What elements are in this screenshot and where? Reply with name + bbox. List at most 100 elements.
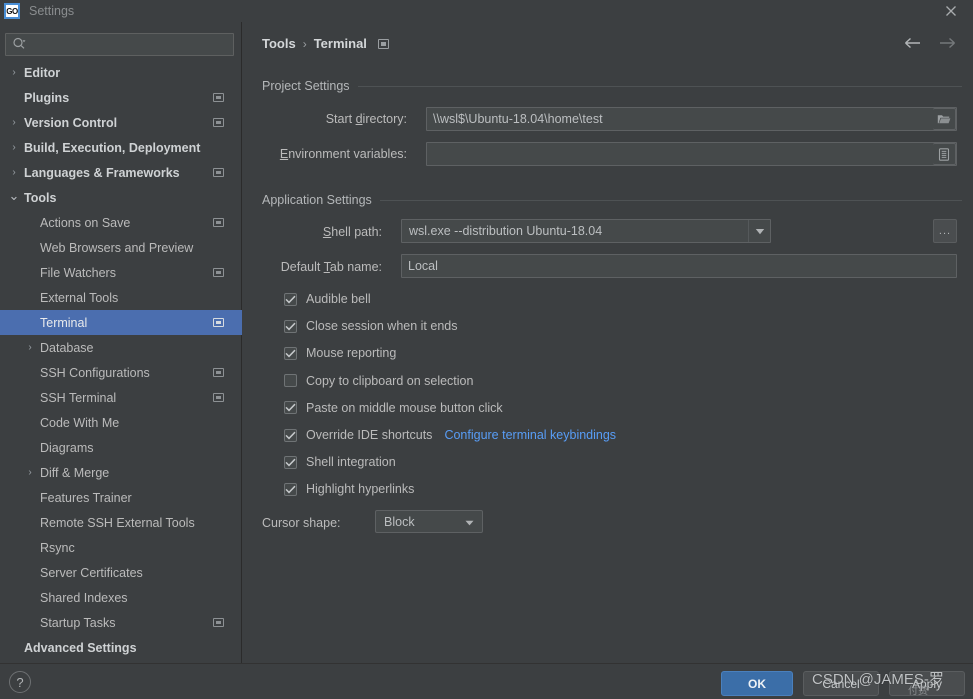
default-tab-name-label: Default Tab name: — [280, 260, 382, 274]
sidebar-item-diagrams[interactable]: Diagrams — [0, 435, 242, 460]
sidebar-item-actions-on-save[interactable]: Actions on Save — [0, 210, 242, 235]
sidebar-item-web-browsers-and-preview[interactable]: Web Browsers and Preview — [0, 235, 242, 260]
sidebar-item-startup-tasks[interactable]: Startup Tasks — [0, 610, 242, 635]
sidebar-item-label: Web Browsers and Preview — [40, 240, 194, 255]
search-box[interactable] — [5, 33, 234, 56]
checkbox-paste-on-middle-mouse-button-click[interactable]: Paste on middle mouse button click — [284, 399, 503, 417]
sidebar-item-database[interactable]: › Database — [0, 335, 242, 360]
sidebar-item-label: Code With Me — [40, 415, 120, 430]
checkbox-override-ide-shortcuts[interactable]: Override IDE shortcuts Configure terminal… — [284, 426, 616, 444]
check-icon — [285, 485, 296, 494]
sidebar-item-remote-ssh-external-tools[interactable]: Remote SSH External Tools — [0, 510, 242, 535]
checkbox-label: Paste on middle mouse button click — [306, 400, 503, 415]
shell-path-value[interactable]: wsl.exe --distribution Ubuntu-18.04 — [402, 220, 748, 242]
sidebar-item-server-certificates[interactable]: Server Certificates — [0, 560, 242, 585]
sidebar-item-advanced-settings[interactable]: Advanced Settings — [0, 635, 242, 660]
checkbox-box[interactable] — [284, 401, 297, 415]
checkbox-close-session-when-it-ends[interactable]: Close session when it ends — [284, 317, 457, 335]
checkbox-shell-integration[interactable]: Shell integration — [284, 453, 396, 471]
apply-button[interactable]: Apply — [889, 671, 965, 696]
sidebar-item-build-execution-deployment[interactable]: › Build, Execution, Deployment — [0, 135, 242, 160]
sidebar-item-shared-indexes[interactable]: Shared Indexes — [0, 585, 242, 610]
sidebar-item-ssh-terminal[interactable]: SSH Terminal — [0, 385, 242, 410]
project-scope-icon — [213, 168, 224, 177]
close-icon[interactable] — [943, 3, 959, 19]
checkbox-mouse-reporting[interactable]: Mouse reporting — [284, 344, 396, 362]
default-tab-name-input[interactable] — [401, 254, 957, 278]
sidebar-item-ssh-configurations[interactable]: SSH Configurations — [0, 360, 242, 385]
chevron-down-icon[interactable]: ⌄ — [8, 189, 20, 202]
checkbox-label: Shell integration — [306, 455, 396, 470]
environment-variables-label: Environment variables: — [279, 147, 407, 161]
checkbox-box[interactable] — [284, 319, 297, 333]
checkbox-box[interactable] — [284, 428, 297, 442]
chevron-right-icon[interactable]: › — [24, 342, 36, 353]
sidebar-item-label: Terminal — [40, 315, 88, 330]
settings-sidebar: › Editor Plugins › Version Control › Build, Ex… — [0, 22, 476, 699]
checkbox-audible-bell[interactable]: Audible bell — [284, 290, 371, 308]
sidebar-item-plugins[interactable]: Plugins — [0, 85, 242, 110]
shell-path-browse-label: ... — [938, 225, 952, 237]
chevron-right-icon[interactable]: › — [8, 117, 20, 128]
breadcrumb-root[interactable]: Tools — [262, 36, 296, 51]
sidebar-item-languages-frameworks[interactable]: › Languages & Frameworks — [0, 160, 242, 185]
chevron-right-icon[interactable]: › — [24, 467, 36, 478]
checkbox-copy-to-clipboard-on-selection[interactable]: Copy to clipboard on selection — [284, 372, 473, 390]
checkbox-highlight-hyperlinks[interactable]: Highlight hyperlinks — [284, 480, 414, 498]
arrow-right-icon[interactable] — [937, 33, 957, 53]
sidebar-item-rsync[interactable]: Rsync — [0, 535, 242, 560]
check-icon — [285, 431, 296, 439]
sidebar-item-external-tools[interactable]: External Tools — [0, 285, 242, 310]
sidebar-item-editor[interactable]: › Editor — [0, 60, 242, 85]
sidebar-item-label: Plugins — [24, 90, 70, 105]
sidebar-item-label: Editor — [24, 65, 61, 80]
sidebar-item-version-control[interactable]: › Version Control — [0, 110, 242, 135]
list-icon[interactable] — [933, 143, 956, 165]
help-button[interactable]: ? — [9, 671, 31, 693]
cursor-shape-label: Cursor shape: — [262, 516, 341, 530]
start-directory-input[interactable] — [426, 107, 957, 131]
chevron-right-icon[interactable]: › — [8, 142, 20, 153]
checkbox-label: Copy to clipboard on selection — [306, 373, 474, 388]
check-icon — [285, 295, 296, 303]
chevron-right-icon[interactable]: › — [8, 67, 20, 78]
checkbox-box[interactable] — [284, 292, 297, 306]
checkbox-box[interactable] — [284, 346, 297, 360]
sidebar-item-tools[interactable]: ⌄ Tools — [0, 185, 242, 210]
project-settings-section-header: Project Settings — [262, 79, 962, 93]
sidebar-item-file-watchers[interactable]: File Watchers — [0, 260, 242, 285]
sidebar-item-label: Features Trainer — [40, 490, 132, 505]
sidebar-item-diff-merge[interactable]: › Diff & Merge — [0, 460, 242, 485]
chevron-down-icon[interactable] — [748, 220, 770, 242]
cursor-shape-select[interactable]: Block — [375, 510, 483, 533]
check-icon — [285, 458, 296, 467]
sidebar-item-label: Advanced Settings — [24, 640, 137, 655]
chevron-right-icon[interactable]: › — [8, 167, 20, 178]
search-input[interactable] — [27, 37, 233, 52]
shell-path-browse-button[interactable]: ... — [933, 219, 957, 243]
sidebar-item-label: Diagrams — [40, 440, 94, 455]
check-icon — [285, 403, 296, 412]
folder-icon[interactable] — [933, 108, 956, 130]
sidebar-scrollbar-track[interactable] — [235, 60, 476, 699]
section-divider — [379, 199, 962, 201]
goland-logo-icon: GO — [4, 3, 20, 19]
shell-path-combobox[interactable]: wsl.exe --distribution Ubuntu-18.04 — [401, 219, 771, 243]
sidebar-item-label: Diff & Merge — [40, 465, 110, 480]
checkbox-box[interactable] — [284, 374, 297, 388]
configure-terminal-keybindings-link[interactable]: Configure terminal keybindings — [444, 428, 616, 442]
environment-variables-input[interactable] — [426, 142, 957, 166]
cancel-button[interactable]: Cancel — [803, 671, 879, 696]
project-scope-icon — [377, 38, 389, 49]
checkbox-box[interactable] — [284, 482, 297, 496]
sidebar-item-terminal[interactable]: Terminal — [0, 310, 242, 335]
checkbox-box[interactable] — [284, 455, 297, 469]
sidebar-item-code-with-me[interactable]: Code With Me — [0, 410, 242, 435]
sidebar-item-label: Languages & Frameworks — [24, 165, 180, 180]
sidebar-item-label: Tools — [24, 190, 57, 205]
project-settings-title: Project Settings — [262, 79, 350, 93]
sidebar-item-features-trainer[interactable]: Features Trainer — [0, 485, 242, 510]
sidebar-item-label: Remote SSH External Tools — [40, 515, 195, 530]
arrow-left-icon[interactable] — [903, 33, 923, 53]
ok-button[interactable]: OK — [721, 671, 793, 696]
